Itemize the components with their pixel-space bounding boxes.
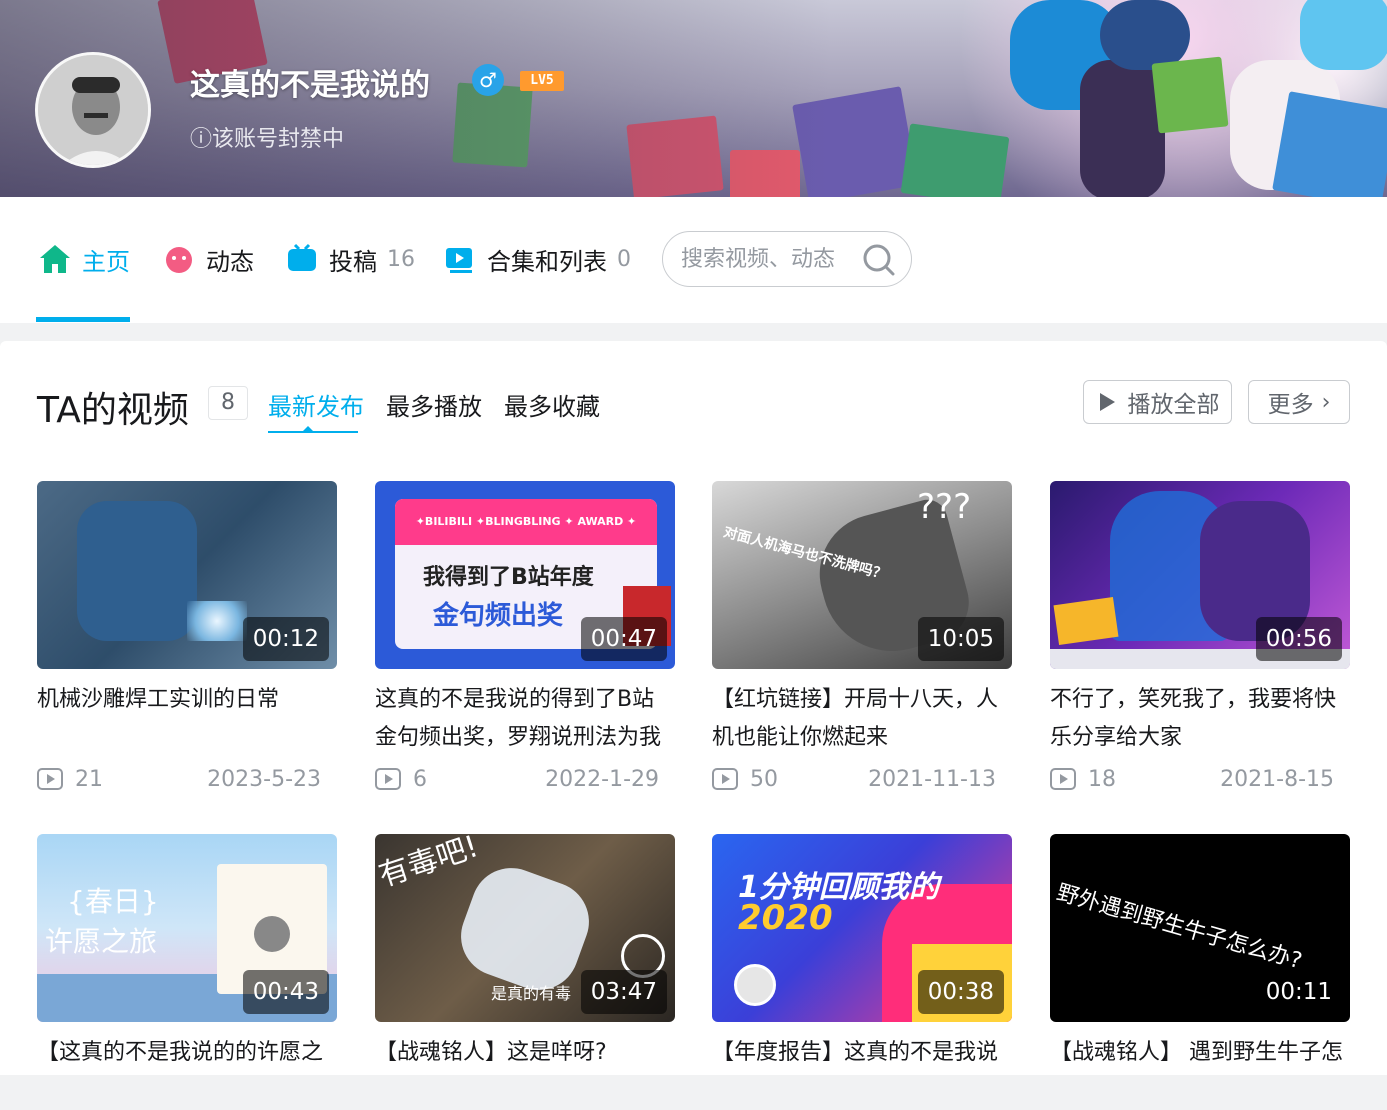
video-title[interactable]: 这真的不是我说的得到了B站金句频出奖，罗翔说刑法为我 bbox=[375, 681, 675, 757]
video-duration: 00:11 bbox=[1255, 970, 1342, 1014]
tab-uploads[interactable]: 投稿 16 bbox=[285, 239, 415, 279]
tab-most-played[interactable]: 最多播放 bbox=[386, 387, 482, 422]
video-duration: 00:43 bbox=[242, 970, 329, 1014]
tab-most-favorited[interactable]: 最多收藏 bbox=[504, 387, 600, 422]
search-icon[interactable] bbox=[861, 242, 897, 282]
video-thumbnail[interactable]: 对面人机海马也不洗牌吗？ ??? 10:05 bbox=[712, 481, 1012, 669]
section-title: TA的视频 bbox=[37, 390, 189, 431]
upload-date: 2021-11-13 bbox=[868, 766, 996, 792]
tab-collections-label: 合集和列表 bbox=[487, 247, 607, 276]
upload-date: 2022-1-29 bbox=[545, 766, 659, 792]
video-card[interactable]: 00:12 机械沙雕焊工实训的日常 21 2023-5-23 bbox=[37, 481, 337, 799]
play-count: 18 bbox=[1088, 766, 1116, 792]
video-title[interactable]: 【战魂铭人】 遇到野生牛子怎 bbox=[1050, 1034, 1350, 1110]
tab-dynamic-label: 动态 bbox=[206, 247, 254, 276]
video-title[interactable]: 【这真的不是我说的的许愿之 bbox=[37, 1034, 337, 1110]
tab-home-label: 主页 bbox=[82, 247, 130, 276]
play-count: 50 bbox=[750, 766, 778, 792]
video-card[interactable]: {春日} 许愿之旅 00:43 【这真的不是我说的的许愿之 bbox=[37, 834, 337, 1110]
profile-banner: 这真的不是我说的 ♂ LV5 ⓘ该账号封禁中 bbox=[0, 0, 1387, 197]
video-meta: 21 2023-5-23 bbox=[37, 759, 337, 799]
video-title[interactable]: 【战魂铭人】这是咩呀? bbox=[375, 1034, 675, 1110]
thumbnail-text: 野外遇到野生牛子怎么办? bbox=[1053, 880, 1305, 975]
video-duration: 00:47 bbox=[580, 617, 667, 661]
video-title[interactable]: 不行了，笑死我了，我要将快乐分享给大家 bbox=[1050, 681, 1350, 757]
play-all-button[interactable]: 播放全部 bbox=[1083, 380, 1232, 424]
play-count-icon bbox=[375, 768, 401, 790]
video-card[interactable]: 有毒吧! 是真的有毒 03:47 【战魂铭人】这是咩呀? bbox=[375, 834, 675, 1110]
video-thumbnail[interactable]: 1分钟回顾我的 2020 00:38 bbox=[712, 834, 1012, 1022]
video-thumbnail[interactable]: {春日} 许愿之旅 00:43 bbox=[37, 834, 337, 1022]
videos-section: TA的视频 8 最新发布 最多播放 最多收藏 播放全部 更多 › 00:12 机… bbox=[0, 341, 1387, 1075]
play-count: 6 bbox=[413, 766, 427, 792]
thumbnail-text: {春日} bbox=[67, 885, 159, 918]
search-box bbox=[662, 231, 912, 287]
video-thumbnail[interactable]: 00:12 bbox=[37, 481, 337, 669]
thumbnail-text: 我得到了B站年度 bbox=[423, 565, 594, 590]
video-duration: 10:05 bbox=[917, 617, 1004, 661]
video-duration: 03:47 bbox=[580, 970, 667, 1014]
thumbnail-text: 2020 bbox=[738, 898, 833, 938]
video-count-badge: 8 bbox=[208, 386, 248, 420]
thumbnail-text: 有毒吧! bbox=[375, 834, 483, 894]
video-thumbnail[interactable]: 野外遇到野生牛子怎么办? 00:11 bbox=[1050, 834, 1350, 1022]
gender-male-icon: ♂ bbox=[472, 64, 504, 96]
profile-nav: 主页 动态 投稿 16 合集和列表 0 bbox=[0, 197, 1387, 323]
video-card[interactable]: ✦BILIBILI ✦BLINGBLING ✦ AWARD ✦ 我得到了B站年度… bbox=[375, 481, 675, 799]
username: 这真的不是我说的 bbox=[190, 68, 430, 103]
thumbnail-text: 许愿之旅 bbox=[45, 925, 158, 958]
video-card[interactable]: 00:56 不行了，笑死我了，我要将快乐分享给大家 18 2021-8-15 bbox=[1050, 481, 1350, 799]
video-duration: 00:12 bbox=[242, 617, 329, 661]
tab-latest[interactable]: 最新发布 bbox=[268, 387, 364, 422]
video-thumbnail[interactable]: 00:56 bbox=[1050, 481, 1350, 669]
collections-count: 0 bbox=[617, 246, 631, 272]
active-tab-indicator bbox=[36, 317, 130, 322]
video-thumbnail[interactable]: ✦BILIBILI ✦BLINGBLING ✦ AWARD ✦ 我得到了B站年度… bbox=[375, 481, 675, 669]
video-duration: 00:38 bbox=[917, 970, 1004, 1014]
dynamic-icon bbox=[162, 242, 196, 276]
video-tv-icon bbox=[285, 242, 319, 276]
upload-date: 2023-5-23 bbox=[207, 766, 321, 792]
home-icon bbox=[38, 242, 72, 276]
thumbnail-banner-text: ✦BILIBILI ✦BLINGBLING ✦ AWARD ✦ bbox=[415, 515, 637, 528]
tab-dynamic[interactable]: 动态 bbox=[162, 239, 254, 279]
more-label: 更多 bbox=[1267, 392, 1314, 418]
video-card[interactable]: 1分钟回顾我的 2020 00:38 【年度报告】这真的不是我说 bbox=[712, 834, 1012, 1110]
video-title[interactable]: 机械沙雕焊工实训的日常 bbox=[37, 681, 337, 757]
uploads-count: 16 bbox=[387, 246, 415, 272]
upload-date: 2021-8-15 bbox=[1220, 766, 1334, 792]
tab-uploads-label: 投稿 bbox=[329, 247, 377, 276]
play-count-icon bbox=[37, 768, 63, 790]
video-card[interactable]: 野外遇到野生牛子怎么办? 00:11 【战魂铭人】 遇到野生牛子怎 bbox=[1050, 834, 1350, 1110]
thumbnail-text: 金句频出奖 bbox=[433, 601, 564, 631]
video-meta: 50 2021-11-13 bbox=[712, 759, 1012, 799]
video-meta: 6 2022-1-29 bbox=[375, 759, 675, 799]
video-meta: 18 2021-8-15 bbox=[1050, 759, 1350, 799]
more-button[interactable]: 更多 › bbox=[1248, 380, 1350, 424]
video-duration: 00:56 bbox=[1255, 617, 1342, 661]
chevron-right-icon: › bbox=[1321, 389, 1331, 415]
tab-home[interactable]: 主页 bbox=[38, 239, 130, 279]
play-count: 21 bbox=[75, 766, 103, 792]
video-thumbnail[interactable]: 有毒吧! 是真的有毒 03:47 bbox=[375, 834, 675, 1022]
play-count-icon bbox=[1050, 768, 1076, 790]
sort-tab-indicator bbox=[268, 431, 358, 433]
playlist-icon bbox=[443, 242, 477, 276]
tab-collections[interactable]: 合集和列表 0 bbox=[443, 239, 631, 279]
play-icon bbox=[1099, 393, 1115, 411]
thumbnail-text: 是真的有毒 bbox=[491, 984, 572, 1003]
search-input[interactable] bbox=[681, 246, 851, 272]
account-status: ⓘ该账号封禁中 bbox=[190, 127, 345, 152]
video-card[interactable]: 对面人机海马也不洗牌吗？ ??? 10:05 【红坑链接】开局十八天，人机也能让… bbox=[712, 481, 1012, 799]
play-all-label: 播放全部 bbox=[1127, 392, 1220, 418]
user-avatar[interactable] bbox=[35, 52, 151, 168]
thumbnail-text: ??? bbox=[917, 487, 972, 527]
play-count-icon bbox=[712, 768, 738, 790]
video-title[interactable]: 【红坑链接】开局十八天，人机也能让你燃起来 bbox=[712, 681, 1012, 757]
video-title[interactable]: 【年度报告】这真的不是我说 bbox=[712, 1034, 1012, 1110]
level-badge: LV5 bbox=[520, 71, 564, 91]
